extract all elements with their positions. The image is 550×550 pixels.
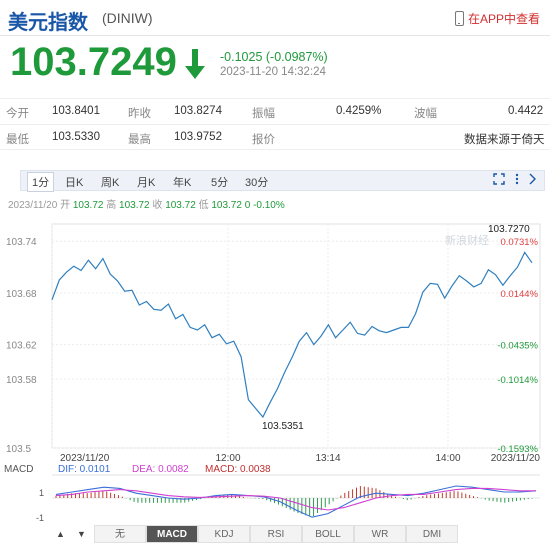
x-tick-label: 12:00 (215, 453, 240, 464)
chart-frame (51, 223, 541, 449)
stat-label-low: 最低 (6, 134, 29, 146)
symbol-code: (DINIW) (102, 10, 153, 26)
info-pct: -0.10% (253, 200, 285, 211)
y-pct-label: -0.1593% (497, 444, 538, 455)
tab-1min[interactable]: 1分 (27, 172, 55, 192)
price-change: -0.1025 (-0.0987%) (220, 50, 328, 64)
macd-dea-label: DEA: 0.0082 (132, 464, 189, 475)
macd-tick-label: -1 (36, 513, 44, 523)
stat-label-prev-close: 昨收 (128, 108, 151, 120)
stat-label-range: 波幅 (414, 108, 437, 120)
app-link-label: 在APP中查看 (467, 12, 540, 26)
scroll-down-button[interactable]: ▼ (71, 525, 92, 543)
info-low-label: 低 (198, 200, 209, 211)
x-tick-label: 14:00 (435, 453, 460, 464)
indicator-tab-macd[interactable]: MACD (146, 525, 198, 543)
stats-row: 最低 103.5330 最高 103.9752 报价 数据来源于倚天 (0, 124, 550, 150)
info-high: 103.72 (119, 200, 150, 211)
info-close: 103.72 (165, 200, 196, 211)
macd-dif-line (55, 485, 537, 518)
tab-5min[interactable]: 5分 (207, 173, 232, 191)
y-tick-label: 103.5 (6, 444, 31, 455)
macd-value-label: MACD: 0.0038 (205, 464, 271, 475)
stat-value-range: 0.4422 (508, 105, 544, 117)
y-tick-label: 103.74 (6, 237, 37, 248)
scroll-up-button[interactable]: ▲ (50, 525, 71, 543)
open-in-app-link[interactable]: 在APP中查看 (454, 10, 540, 27)
quote-time: 2023-11-20 14:32:24 (220, 66, 326, 78)
stats-row: 今开 103.8401 昨收 103.8274 振幅 0.4259% 波幅 0.… (0, 98, 550, 124)
stat-label-amplitude: 振幅 (252, 108, 275, 120)
stat-label-open: 今开 (6, 108, 29, 120)
tab-weekly[interactable]: 周K (97, 173, 123, 191)
y-pct-label: -0.0435% (497, 341, 538, 352)
info-close-label: 收 (152, 200, 163, 211)
indicator-tab-rsi[interactable]: RSI (250, 525, 302, 543)
more-options-icon[interactable] (515, 173, 519, 185)
x-tick-label: 2023/11/20 (491, 453, 541, 464)
price-line (51, 251, 533, 419)
stat-value-low: 103.5330 (52, 131, 100, 143)
y-tick-label: 103.62 (6, 341, 37, 352)
y-pct-label: 0.0731% (500, 237, 538, 248)
fullscreen-icon[interactable] (493, 173, 505, 185)
current-price: 103.7249 (10, 40, 177, 84)
macd-tick-label: 1 (39, 488, 44, 498)
y-pct-label: -0.1014% (497, 375, 538, 386)
down-arrow-icon (185, 49, 205, 79)
indicator-nav: ▲ ▼ (50, 525, 92, 543)
macd-label: MACD (4, 464, 33, 475)
ohlc-info-line: 2023/11/20 开 103.72 高 103.72 收 103.72 低 … (8, 196, 285, 211)
stat-value-high: 103.9752 (174, 131, 222, 143)
x-tick-label: 2023/11/20 (60, 453, 110, 464)
info-open: 103.72 (72, 200, 104, 211)
indicator-tab-kdj[interactable]: KDJ (198, 525, 250, 543)
indicator-tab-wr[interactable]: WR (354, 525, 406, 543)
stat-label-quote: 报价 (252, 134, 275, 146)
indicator-tab-none[interactable]: 无 (94, 525, 146, 543)
stat-label-high: 最高 (128, 134, 151, 146)
chart-tools (493, 173, 536, 185)
y-pct-label: 0.0144% (500, 289, 538, 300)
macd-dea-line (55, 487, 536, 511)
phone-icon (454, 11, 464, 26)
high-annotation: 103.7270 (488, 224, 530, 235)
y-tick-label: 103.68 (6, 289, 37, 300)
stat-value-amplitude: 0.4259% (336, 105, 382, 117)
tab-yearly[interactable]: 年K (169, 173, 195, 191)
watermark: 新浪财经 (445, 233, 489, 247)
stat-value-source: 数据来源于倚天 (464, 134, 545, 146)
low-annotation: 103.5351 (262, 421, 304, 432)
stats-table: 今开 103.8401 昨收 103.8274 振幅 0.4259% 波幅 0.… (0, 98, 550, 150)
info-date: 2023/11/20 开 (8, 200, 71, 211)
info-high-label: 高 (106, 200, 117, 211)
period-tabs: 1分 日K 周K 月K 年K 5分 30分 (20, 170, 545, 192)
indicator-tab-boll[interactable]: BOLL (302, 525, 354, 543)
chevron-right-icon[interactable] (529, 173, 536, 185)
header: 美元指数 (DINIW) 在APP中查看 (0, 0, 550, 36)
tab-monthly[interactable]: 月K (133, 173, 159, 191)
page-title: 美元指数 (8, 12, 88, 34)
info-low: 103.72 (211, 200, 242, 211)
stat-value-open: 103.8401 (52, 105, 100, 117)
macd-dif-label: DIF: 0.0101 (58, 464, 111, 475)
y-tick-label: 103.58 (6, 375, 37, 386)
tab-daily[interactable]: 日K (61, 173, 87, 191)
tab-30min[interactable]: 30分 (241, 173, 272, 191)
indicator-tab-dmi[interactable]: DMI (406, 525, 458, 543)
info-change: 0 (244, 200, 251, 211)
x-tick-label: 13:14 (315, 453, 340, 464)
stat-value-prev-close: 103.8274 (174, 105, 222, 117)
